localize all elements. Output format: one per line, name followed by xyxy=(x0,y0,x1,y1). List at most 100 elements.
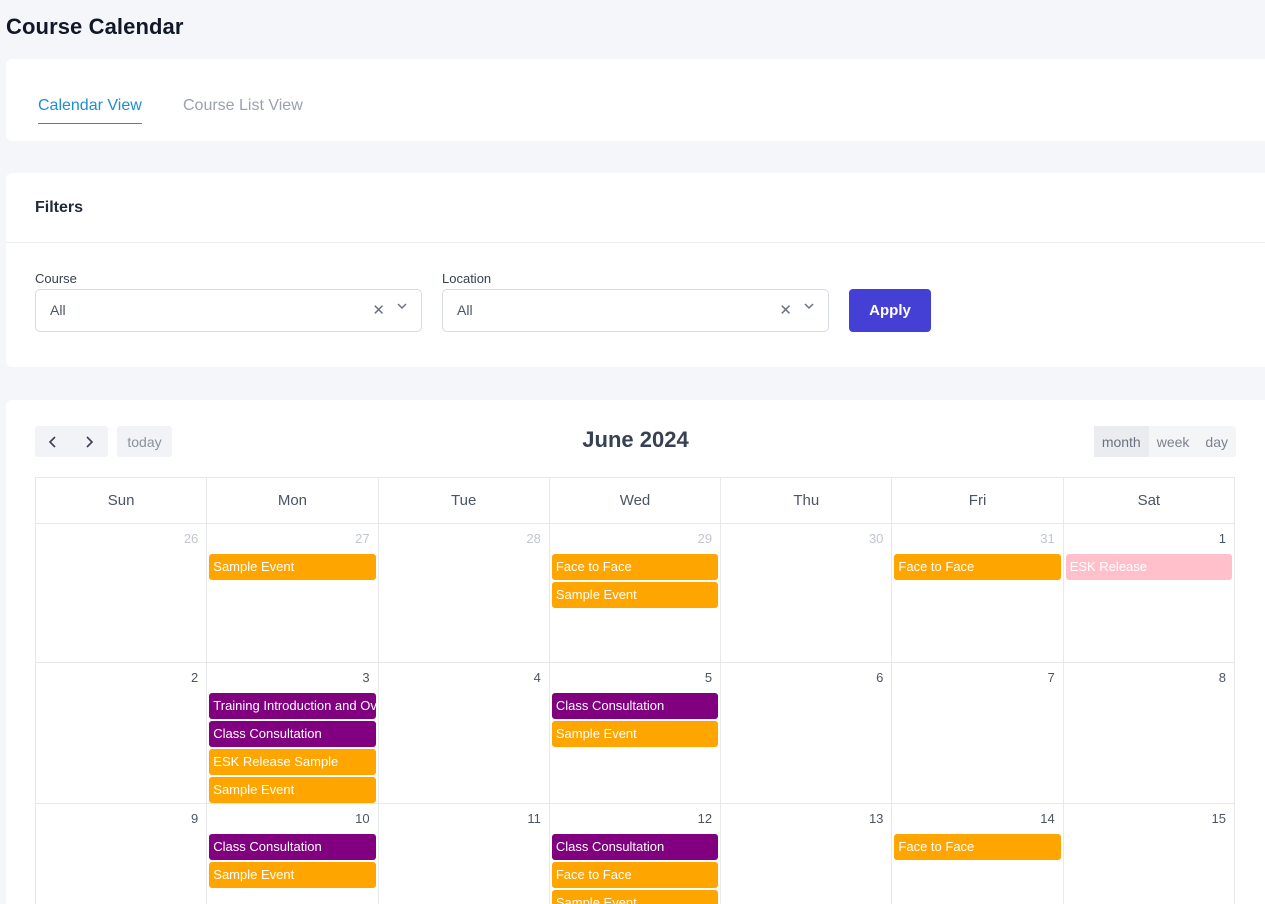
day-cell[interactable]: 5 Class Consultation Sample Event xyxy=(549,663,722,804)
course-label: Course xyxy=(35,271,77,286)
day-events: Class Consultation Face to Face Sample Eve… xyxy=(551,834,719,904)
view-month-button[interactable]: month xyxy=(1093,426,1149,457)
day-number[interactable]: 26 xyxy=(184,531,198,546)
weekday-header: Mon xyxy=(207,478,379,524)
weekday-header: Wed xyxy=(549,478,722,524)
day-events: Face to Face xyxy=(894,834,1061,862)
chevron-down-icon[interactable] xyxy=(802,299,816,313)
calendar-event[interactable]: Sample Event xyxy=(551,582,719,608)
day-events: Face to Face xyxy=(894,554,1061,582)
calendar-grid: Sun Mon Tue Wed Thu Fri Sat 26 27 Sample Event 28… xyxy=(35,477,1235,904)
day-cell[interactable]: 1 ESK Release xyxy=(1063,524,1235,663)
calendar-event[interactable]: Class Consultation xyxy=(551,693,719,719)
calendar-event[interactable]: Class Consultation xyxy=(209,721,376,747)
day-cell[interactable]: 29 Face to Face Sample Event xyxy=(549,524,722,663)
day-number[interactable]: 1 xyxy=(1219,531,1226,546)
day-cell[interactable]: 13 xyxy=(721,804,893,904)
calendar-event[interactable]: Face to Face xyxy=(894,834,1061,860)
calendar-event[interactable]: Sample Event xyxy=(551,721,719,747)
day-cell[interactable]: 2 xyxy=(36,663,208,804)
day-cell[interactable]: 4 xyxy=(378,663,550,804)
location-select-value: All xyxy=(457,302,473,318)
day-number[interactable]: 2 xyxy=(191,670,198,685)
weekday-header: Fri xyxy=(892,478,1064,524)
day-cell[interactable]: 30 xyxy=(721,524,893,663)
calendar-event[interactable]: Face to Face xyxy=(551,554,719,580)
day-number[interactable]: 9 xyxy=(191,811,198,826)
day-cell[interactable]: 7 xyxy=(892,663,1064,804)
view-switcher: month week day xyxy=(1093,426,1236,457)
calendar-event[interactable]: Training Introduction and Overview xyxy=(209,693,376,719)
apply-button[interactable]: Apply xyxy=(849,289,931,332)
day-events: Class Consultation Sample Event xyxy=(551,693,719,749)
day-number[interactable]: 14 xyxy=(1040,811,1054,826)
calendar-event[interactable]: Face to Face xyxy=(894,554,1061,580)
clear-icon[interactable]: ✕ xyxy=(779,301,792,319)
filters-title: Filters xyxy=(35,199,84,216)
calendar-event[interactable]: Face to Face xyxy=(551,862,719,888)
day-number[interactable]: 28 xyxy=(526,531,540,546)
weekday-header: Thu xyxy=(721,478,893,524)
day-number[interactable]: 10 xyxy=(355,811,369,826)
calendar-event[interactable]: ESK Release xyxy=(1065,554,1232,580)
location-label: Location xyxy=(442,271,492,286)
view-tabs-card: Calendar View Course List View xyxy=(6,59,1265,141)
day-cell[interactable]: 11 xyxy=(379,804,550,904)
page-title: Course Calendar xyxy=(6,14,184,39)
calendar-event[interactable]: ESK Release Sample xyxy=(209,749,376,775)
clear-icon[interactable]: ✕ xyxy=(372,301,385,319)
day-cell[interactable]: 9 xyxy=(36,804,208,904)
filters-divider xyxy=(6,242,1265,243)
calendar-event[interactable]: Sample Event xyxy=(209,777,376,803)
calendar-card: today June 2024 month week day Sun Mon Tue… xyxy=(6,400,1265,904)
day-number[interactable]: 13 xyxy=(869,811,883,826)
week-row: 26 27 Sample Event 28 29 Face to Face Sample E… xyxy=(36,524,1235,663)
day-number[interactable]: 5 xyxy=(705,670,712,685)
course-select[interactable]: All ✕ xyxy=(35,289,422,332)
course-select-value: All xyxy=(50,302,66,318)
day-number[interactable]: 8 xyxy=(1219,670,1226,685)
day-events: Class Consultation Sample Event xyxy=(209,834,376,890)
day-number[interactable]: 12 xyxy=(698,811,712,826)
day-events: Training Introduction and OverviewClass … xyxy=(209,693,376,805)
day-number[interactable]: 27 xyxy=(355,531,369,546)
calendar-event[interactable]: Sample Event xyxy=(551,890,719,904)
day-cell[interactable]: 28 xyxy=(378,524,550,663)
tab-calendar-view[interactable]: Calendar View xyxy=(38,97,142,124)
day-cell[interactable]: 26 xyxy=(36,524,208,663)
day-cell[interactable]: 3 Training Introduction and OverviewClass… xyxy=(207,663,379,805)
calendar-event[interactable]: Class Consultation xyxy=(551,834,719,860)
day-number[interactable]: 15 xyxy=(1212,811,1226,826)
tab-course-list-view[interactable]: Course List View xyxy=(183,97,303,115)
day-events: ESK Release xyxy=(1065,554,1232,582)
weekday-header: Tue xyxy=(378,478,550,524)
view-day-button[interactable]: day xyxy=(1197,426,1236,457)
weekday-header-row: Sun Mon Tue Wed Thu Fri Sat xyxy=(36,478,1235,524)
day-cell[interactable]: 31 Face to Face xyxy=(892,524,1064,663)
calendar-event[interactable]: Sample Event xyxy=(209,862,376,888)
day-number[interactable]: 30 xyxy=(869,531,883,546)
day-number[interactable]: 29 xyxy=(698,531,712,546)
day-number[interactable]: 3 xyxy=(362,670,369,685)
chevron-down-icon[interactable] xyxy=(395,299,409,313)
calendar-event[interactable]: Sample Event xyxy=(209,554,376,580)
view-week-button[interactable]: week xyxy=(1149,426,1198,457)
day-cell[interactable]: 14 Face to Face xyxy=(892,804,1064,904)
day-number[interactable]: 31 xyxy=(1040,531,1054,546)
day-cell[interactable]: 6 xyxy=(721,663,893,804)
week-row: 23Training Introduction and OverviewClas… xyxy=(36,663,1235,804)
day-events: Face to Face Sample Event xyxy=(551,554,719,610)
day-cell[interactable]: 10 Class Consultation Sample Event xyxy=(207,804,379,904)
day-cell[interactable]: 27 Sample Event xyxy=(207,524,379,663)
day-cell[interactable]: 8 xyxy=(1063,663,1235,804)
day-number[interactable]: 6 xyxy=(876,670,883,685)
day-number[interactable]: 11 xyxy=(527,811,541,826)
calendar-event[interactable]: Class Consultation xyxy=(209,834,376,860)
weekday-header: Sat xyxy=(1063,478,1235,524)
day-number[interactable]: 7 xyxy=(1047,670,1054,685)
calendar-title: June 2024 xyxy=(582,427,689,452)
day-number[interactable]: 4 xyxy=(534,670,541,685)
day-cell[interactable]: 15 xyxy=(1064,804,1235,904)
day-cell[interactable]: 12 Class Consultation Face to Face Sample E… xyxy=(550,804,722,904)
location-select[interactable]: All ✕ xyxy=(442,289,829,332)
